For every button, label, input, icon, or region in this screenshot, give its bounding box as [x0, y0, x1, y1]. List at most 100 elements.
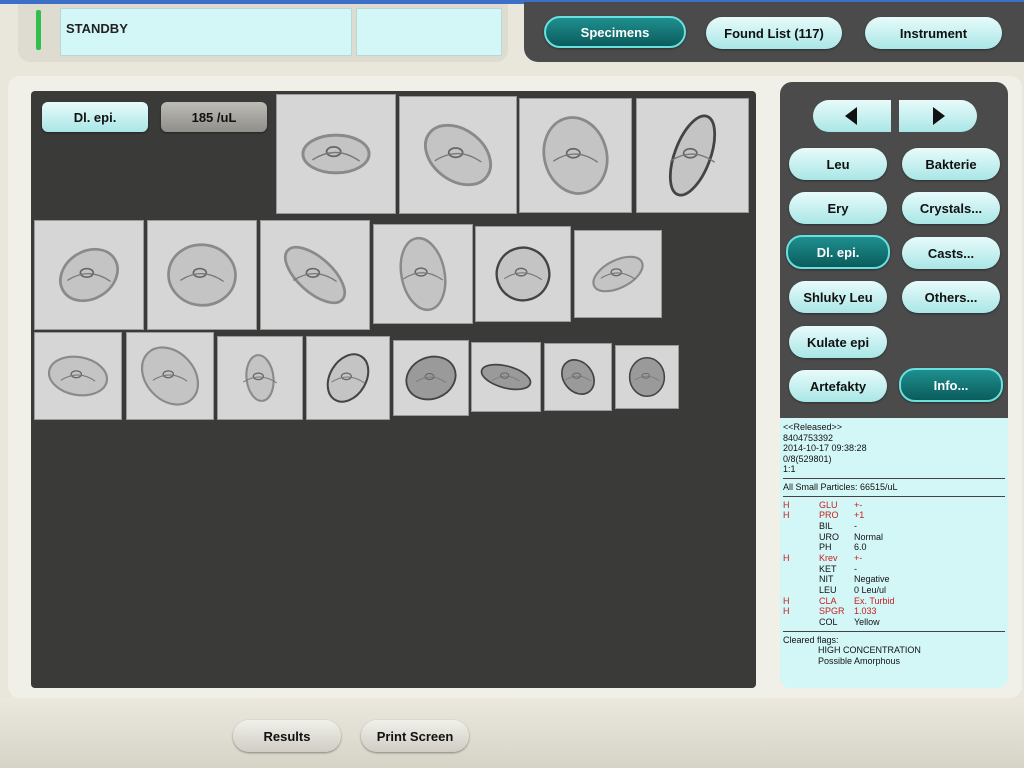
category-ery-button[interactable]: Ery	[789, 192, 887, 224]
urinalysis-flag	[783, 532, 819, 543]
particle-image[interactable]	[126, 332, 214, 420]
urinalysis-name: LEU	[819, 585, 837, 596]
urinalysis-flag: H	[783, 553, 790, 563]
tab-specimens[interactable]: Specimens	[544, 16, 686, 48]
urinalysis-name: COL	[819, 617, 838, 628]
particle-image[interactable]	[574, 230, 662, 318]
particle-image[interactable]	[615, 345, 679, 409]
print-screen-button[interactable]: Print Screen	[361, 720, 469, 752]
particle-image[interactable]	[260, 220, 370, 330]
particle-image[interactable]	[519, 98, 632, 213]
arrow-left-icon	[845, 107, 857, 125]
info-button[interactable]: Info...	[899, 368, 1003, 402]
category-dl-epi-button[interactable]: Dl. epi.	[786, 235, 890, 269]
particle-image[interactable]	[471, 342, 541, 412]
divider	[783, 495, 1005, 497]
epithelial-cell-image	[127, 333, 213, 419]
urinalysis-value: Yellow	[854, 617, 880, 628]
divider	[783, 630, 1005, 632]
particle-image[interactable]	[34, 220, 144, 330]
urinalysis-row: LEU 0 Leu/ul	[783, 585, 1005, 596]
urinalysis-flag: H	[783, 606, 790, 617]
epithelial-cell-image	[261, 221, 369, 329]
epithelial-cell-image	[307, 337, 389, 419]
urinalysis-flag	[783, 564, 819, 575]
release-status: <<Released>>	[783, 422, 843, 432]
epithelial-cell-image	[545, 344, 611, 410]
image-category-label: Dl. epi.	[42, 102, 148, 132]
image-concentration-label: 185 /uL	[161, 102, 267, 132]
category-bakterie-button[interactable]: Bakterie	[902, 148, 1000, 180]
urinalysis-row: NIT Negative	[783, 574, 1005, 585]
epithelial-cell-image	[394, 341, 468, 415]
top-nav: Specimens Found List (117) Instrument	[524, 2, 1024, 62]
particle-image[interactable]	[475, 226, 571, 322]
urinalysis-value: 0 Leu/ul	[854, 585, 887, 596]
tab-instrument[interactable]: Instrument	[865, 17, 1002, 49]
urinalysis-row: URO Normal	[783, 532, 1005, 543]
category-others-button[interactable]: Others...	[902, 281, 1000, 313]
urinalysis-row: H Krev +-	[783, 553, 1005, 564]
sample-info-panel: <<Released>> 8404753392 2014-10-17 09:38…	[780, 418, 1008, 688]
epithelial-cell-image	[218, 337, 302, 419]
status-secondary-box	[356, 8, 502, 56]
category-crystals-button[interactable]: Crystals...	[902, 192, 1000, 224]
particle-image[interactable]	[399, 96, 517, 214]
epithelial-cell-image	[575, 231, 661, 317]
particle-image[interactable]	[393, 340, 469, 416]
particle-image[interactable]	[147, 220, 257, 330]
urinalysis-row: PH 6.0	[783, 542, 1005, 553]
particle-image[interactable]	[34, 332, 122, 420]
urinalysis-row: H CLA Ex. Turbid	[783, 596, 1005, 607]
particle-image[interactable]	[636, 98, 749, 213]
urinalysis-table: H GLU +- H PRO +1 BIL - URO Normal PH 6.0 H Krev +- KET…	[783, 500, 1005, 628]
epithelial-cell-image	[374, 225, 472, 323]
prev-image-button[interactable]	[813, 100, 891, 132]
urinalysis-value: 6.0	[854, 542, 867, 553]
urinalysis-flag	[783, 542, 819, 553]
urinalysis-value: -	[854, 563, 857, 574]
epithelial-cell-image	[476, 227, 570, 321]
category-casts-button[interactable]: Casts...	[902, 237, 1000, 269]
urinalysis-value: Negative	[854, 574, 890, 585]
bottom-bar: Results Print Screen	[0, 698, 1024, 768]
small-particles-count: All Small Particles: 66515/uL	[783, 481, 898, 492]
urinalysis-value: Ex. Turbid	[854, 595, 895, 606]
urinalysis-name: KET	[819, 563, 837, 574]
urinalysis-name: BIL	[819, 520, 833, 531]
particle-image[interactable]	[544, 343, 612, 411]
particle-image[interactable]	[217, 336, 303, 420]
urinalysis-row: BIL -	[783, 521, 1005, 532]
sample-id: 8404753392	[783, 432, 834, 443]
status-panel: STANDBY	[18, 4, 508, 62]
urinalysis-flag: H	[783, 595, 790, 606]
results-button[interactable]: Results	[233, 720, 341, 752]
urinalysis-flag: H	[783, 499, 790, 510]
particle-image[interactable]	[276, 94, 396, 214]
epithelial-cell-image	[637, 99, 748, 212]
urinalysis-row: H SPGR 1.033	[783, 606, 1005, 617]
epithelial-cell-image	[472, 343, 540, 411]
epithelial-cell-image	[35, 333, 121, 419]
tab-found-list[interactable]: Found List (117)	[706, 17, 842, 49]
divider	[783, 477, 1005, 479]
category-leu-button[interactable]: Leu	[789, 148, 887, 180]
urinalysis-row: COL Yellow	[783, 617, 1005, 628]
category-artefakty-button[interactable]: Artefakty	[789, 370, 887, 402]
urinalysis-name: NIT	[819, 574, 834, 585]
epithelial-cell-image	[520, 99, 631, 212]
urinalysis-row: H GLU +-	[783, 500, 1005, 511]
particle-image[interactable]	[373, 224, 473, 324]
next-image-button[interactable]	[899, 100, 977, 132]
particle-image[interactable]	[306, 336, 390, 420]
epithelial-cell-image	[277, 95, 395, 213]
epithelial-cell-image	[35, 221, 143, 329]
status-led	[36, 10, 41, 50]
urinalysis-value: 1.033	[854, 606, 877, 617]
urinalysis-name: CLA	[819, 595, 837, 606]
urinalysis-name: Krev	[819, 553, 838, 563]
urinalysis-value: +-	[854, 499, 863, 510]
category-kulate-epi-button[interactable]: Kulate epi	[789, 326, 887, 358]
category-shluky-leu-button[interactable]: Shluky Leu	[789, 281, 887, 313]
urinalysis-row: H PRO +1	[783, 510, 1005, 521]
